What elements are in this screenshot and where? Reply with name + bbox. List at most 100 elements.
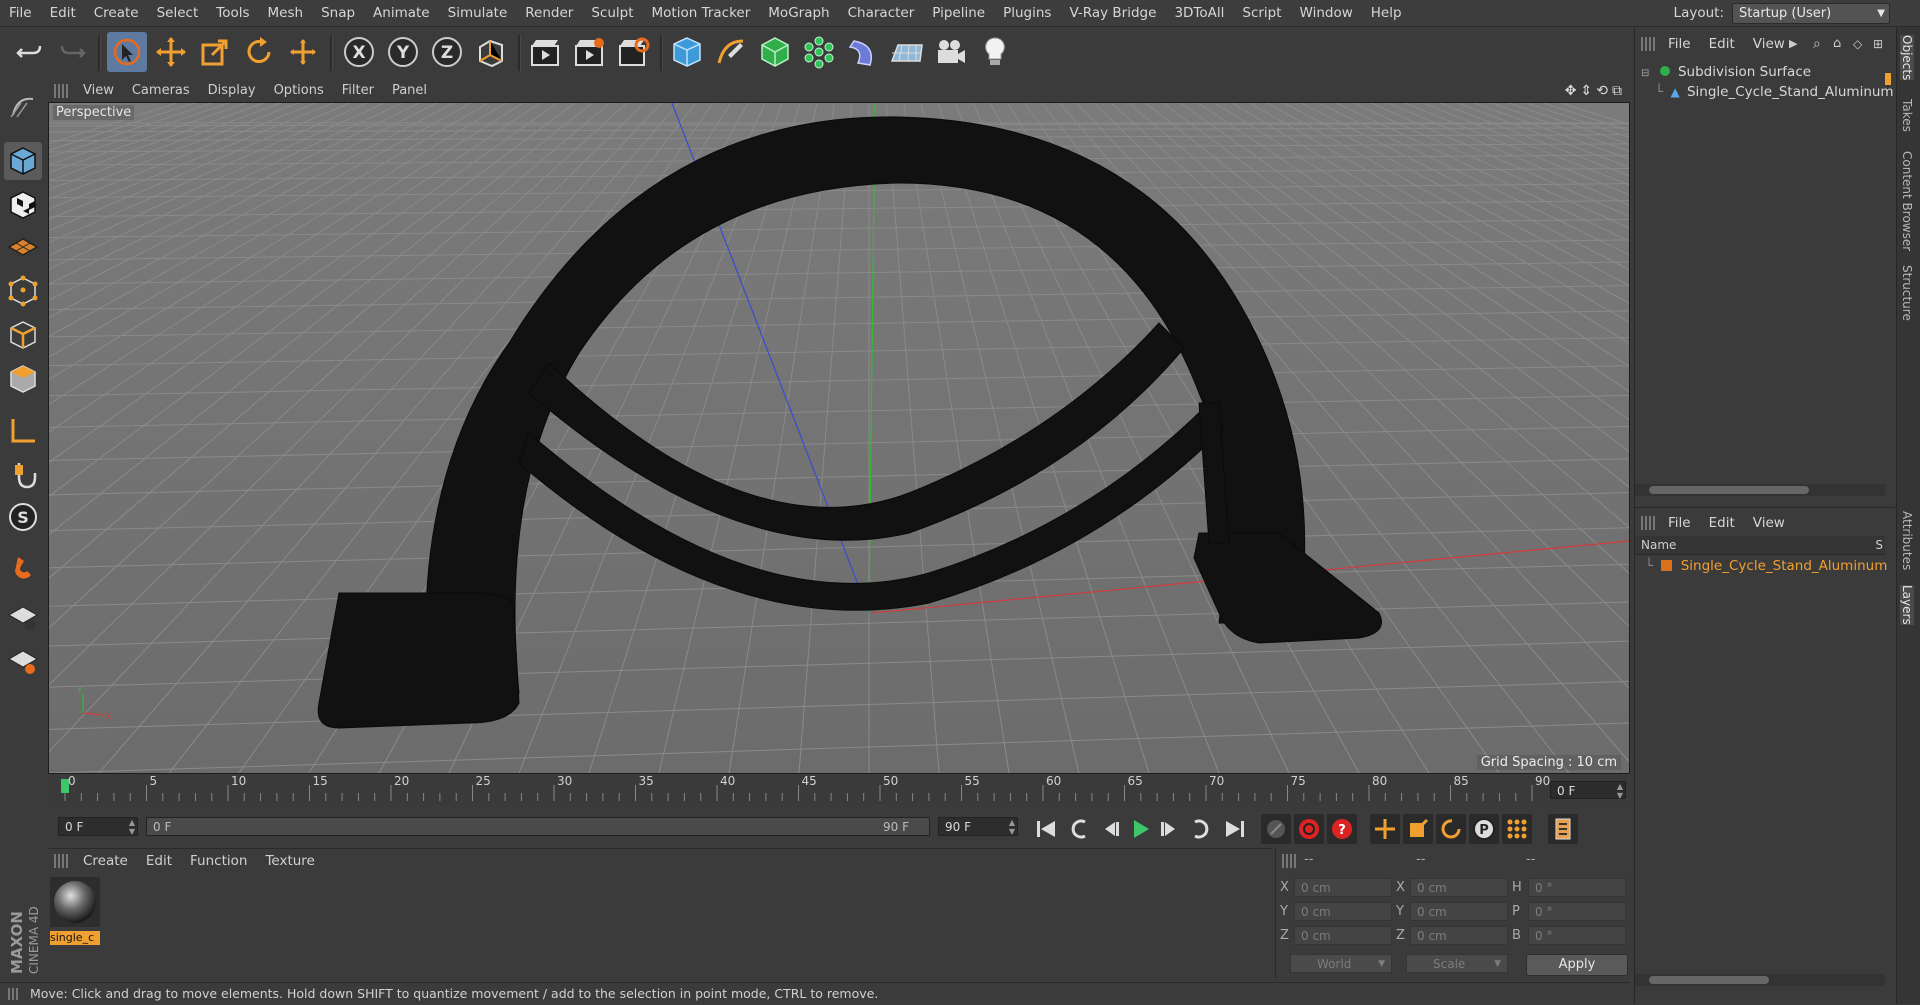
render-picture-viewer-icon[interactable] [569,32,609,72]
material-menu-function[interactable]: Function [181,849,256,873]
min-frame-field[interactable]: 0 F ▲ ▼ [58,817,138,836]
workplane-icon[interactable] [4,228,42,266]
undo-icon[interactable] [10,32,50,72]
play-icon[interactable] [1125,814,1155,844]
size-y-field[interactable]: 0 cm [1410,902,1508,921]
points-mode-icon[interactable] [4,272,42,310]
menu-motion-tracker[interactable]: Motion Tracker [643,0,760,26]
menu-select[interactable]: Select [148,0,208,26]
go-to-start-icon[interactable] [1031,814,1061,844]
record-rotation-icon[interactable] [1436,814,1466,844]
move-icon[interactable] [151,32,191,72]
object-list-scrollbar[interactable] [1635,484,1885,496]
viewport-menu-cameras[interactable]: Cameras [123,81,199,101]
layers-menu-file[interactable]: File [1659,512,1700,534]
viewport-menu-panel[interactable]: Panel [383,81,436,101]
record-point-level-icon[interactable] [1502,814,1532,844]
previous-key-icon[interactable] [1065,814,1095,844]
lock-workplane-icon[interactable] [4,598,42,636]
viewport-menu-display[interactable]: Display [199,81,265,101]
menu-sculpt[interactable]: Sculpt [582,0,642,26]
tab-content-browser[interactable]: Content Browser [1900,151,1914,251]
solo-icon[interactable]: S [4,498,42,536]
material-swatch[interactable]: single_c [50,877,100,945]
column-solo[interactable]: S [1875,536,1883,554]
timeline-window-icon[interactable] [1548,814,1578,844]
layer-color-swatch[interactable] [1661,560,1673,571]
pan-view-icon[interactable]: ✥ [1565,83,1577,99]
menu-simulate[interactable]: Simulate [439,0,517,26]
camera-icon[interactable] [931,32,971,72]
layers-menu-edit[interactable]: Edit [1700,512,1744,534]
menu-render[interactable]: Render [516,0,582,26]
material-menu-create[interactable]: Create [74,849,137,873]
layer-row[interactable]: └ Single_Cycle_Stand_Aluminum [1645,556,1887,576]
tweak-mode-icon[interactable] [4,456,42,494]
floor-icon[interactable] [887,32,927,72]
cube-icon[interactable] [667,32,707,72]
menu-window[interactable]: Window [1291,0,1362,26]
tab-objects[interactable]: Objects [1900,35,1914,81]
autokeying-icon[interactable]: ? [1327,814,1357,844]
make-editable-icon[interactable] [4,88,42,126]
previous-frame-icon[interactable] [1095,814,1125,844]
panel-grip[interactable] [8,988,20,1000]
render-view-icon[interactable] [525,32,565,72]
panel-grip[interactable] [1282,854,1296,868]
planar-workplane-icon[interactable] [4,642,42,680]
menu-create[interactable]: Create [85,0,148,26]
menu-mesh[interactable]: Mesh [259,0,313,26]
column-name[interactable]: Name [1641,538,1676,552]
tab-takes[interactable]: Takes [1900,99,1914,132]
more-arrow-icon[interactable]: ▶ [1789,33,1797,55]
layout-select[interactable]: Startup (User) ▼ [1732,2,1890,24]
redo-icon[interactable] [52,32,92,72]
menu-plugins[interactable]: Plugins [994,0,1060,26]
record-icon-disabled[interactable] [1261,814,1291,844]
rotation-b-field[interactable]: 0 ° [1528,926,1626,945]
toggle-view-icon[interactable]: ⧉ [1612,83,1622,99]
rotate-view-icon[interactable]: ⟲ [1596,83,1608,99]
object-row-single-cycle-stand[interactable]: └ ▲ Single_Cycle_Stand_Aluminum [1655,81,1894,103]
panel-grip[interactable] [54,84,68,98]
menu-edit[interactable]: Edit [41,0,85,26]
polygons-mode-icon[interactable] [4,360,42,398]
spinner-icon[interactable]: ▲ ▼ [1617,782,1623,800]
live-selection-icon[interactable] [107,32,147,72]
record-parameter-icon[interactable]: P [1469,814,1499,844]
layer-list-scrollbar[interactable] [1635,974,1885,986]
menu-tools[interactable]: Tools [207,0,258,26]
size-z-field[interactable]: 0 cm [1410,926,1508,945]
go-to-end-icon[interactable] [1220,814,1250,844]
menu-animate[interactable]: Animate [364,0,439,26]
rotate-icon[interactable] [239,32,279,72]
deformer-icon[interactable] [843,32,883,72]
scroll-thumb[interactable] [1649,976,1769,984]
axis-mode-icon[interactable] [4,412,42,450]
edit-render-settings-icon[interactable] [613,32,653,72]
panel-grip[interactable] [54,854,68,868]
dolly-view-icon[interactable]: ⇕ [1581,83,1593,99]
x-axis-icon[interactable]: X [339,32,379,72]
texture-mode-icon[interactable] [4,186,42,224]
menu-vray-bridge[interactable]: V-Ray Bridge [1060,0,1165,26]
objects-menu-file[interactable]: File [1659,33,1700,55]
object-row-subdivision-surface[interactable]: ⊟ Subdivision Surface [1641,61,1811,83]
collapse-icon[interactable]: ◇ [1853,33,1862,55]
menu-3dtoall[interactable]: 3DToAll [1165,0,1233,26]
menu-pipeline[interactable]: Pipeline [923,0,994,26]
tree-toggle-icon[interactable]: ⊟ [1641,68,1649,79]
z-axis-icon[interactable]: Z [427,32,467,72]
menu-mograph[interactable]: MoGraph [759,0,838,26]
record-scale-icon[interactable] [1403,814,1433,844]
viewport-menu-filter[interactable]: Filter [333,81,383,101]
current-frame-field[interactable]: 0 F ▲ ▼ [1550,781,1626,800]
layers-menu-view[interactable]: View [1744,512,1794,534]
scroll-thumb[interactable] [1649,486,1809,494]
size-mode-dropdown[interactable]: Scale ▼ [1406,954,1508,973]
rotation-h-field[interactable]: 0 ° [1528,878,1626,897]
objects-menu-view[interactable]: View [1744,33,1794,55]
next-key-icon[interactable] [1185,814,1215,844]
menu-file[interactable]: File [0,0,41,26]
world-coordinates-icon[interactable] [471,32,511,72]
